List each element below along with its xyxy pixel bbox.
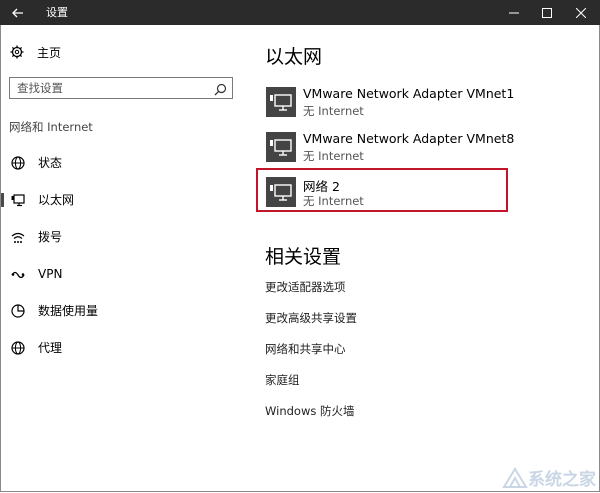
sidebar-item-label: 数据使用量 (38, 304, 99, 318)
link-network-sharing-center[interactable]: 网络和共享中心 (265, 341, 346, 357)
nav-home-label: 主页 (37, 45, 62, 60)
active-indicator (1, 193, 4, 207)
window-title: 设置 (46, 6, 68, 19)
minimize-icon (509, 12, 519, 13)
network-item[interactable]: VMware Network Adapter VMnet1 无 Internet (265, 85, 515, 123)
back-button[interactable] (0, 0, 36, 25)
minimize-button[interactable] (497, 0, 531, 25)
search-icon[interactable] (214, 81, 227, 100)
sidebar-item-label: 代理 (38, 341, 63, 355)
search-placeholder: 查找设置 (17, 81, 63, 95)
nav-home[interactable]: 主页 (10, 42, 61, 62)
category-label: 网络和 Internet (9, 120, 93, 134)
sidebar-item-proxy[interactable]: 代理 (0, 337, 240, 359)
watermark: 系统之家 (502, 465, 596, 490)
network-status: 无 Internet (303, 149, 364, 163)
sidebar-item-status[interactable]: 状态 (0, 152, 240, 174)
sidebar-item-label: 状态 (38, 156, 63, 170)
highlight-box (256, 168, 508, 212)
close-button[interactable] (564, 0, 598, 25)
back-arrow-icon (12, 8, 23, 17)
watermark-logo-icon (502, 466, 528, 488)
network-name: VMware Network Adapter VMnet8 (303, 131, 515, 146)
link-adapter-options[interactable]: 更改适配器选项 (265, 279, 346, 295)
dialup-icon (11, 232, 25, 243)
network-name: VMware Network Adapter VMnet1 (303, 86, 515, 101)
ethernet-adapter-icon (266, 87, 296, 117)
title-bar: 设置 (0, 0, 600, 25)
related-settings-heading: 相关设置 (265, 246, 342, 268)
link-advanced-sharing[interactable]: 更改高级共享设置 (265, 310, 357, 326)
sidebar-item-label: VPN (38, 267, 63, 281)
globe-icon (11, 341, 25, 355)
maximize-icon (542, 7, 552, 18)
search-input[interactable]: 查找设置 (9, 77, 233, 99)
globe-icon (11, 156, 25, 170)
sidebar-item-vpn[interactable]: VPN (0, 263, 240, 285)
close-icon (576, 7, 586, 18)
sidebar-item-ethernet[interactable]: 以太网 (0, 189, 240, 211)
sidebar-item-data-usage[interactable]: 数据使用量 (0, 300, 240, 322)
link-homegroup[interactable]: 家庭组 (265, 372, 300, 388)
sidebar-item-dialup[interactable]: 拨号 (0, 226, 240, 248)
link-windows-firewall[interactable]: Windows 防火墙 (265, 403, 355, 419)
gear-icon (10, 45, 24, 59)
network-item[interactable]: VMware Network Adapter VMnet8 无 Internet (265, 130, 515, 168)
network-status: 无 Internet (303, 104, 364, 118)
watermark-text: 系统之家 (528, 470, 596, 490)
sidebar-item-label: 拨号 (38, 230, 63, 244)
page-title: 以太网 (265, 46, 323, 68)
ethernet-adapter-icon (266, 132, 296, 162)
vpn-icon (11, 271, 25, 279)
data-usage-icon (11, 304, 25, 318)
maximize-button[interactable] (530, 0, 564, 25)
ethernet-icon (11, 194, 25, 207)
sidebar-item-label: 以太网 (38, 193, 75, 207)
